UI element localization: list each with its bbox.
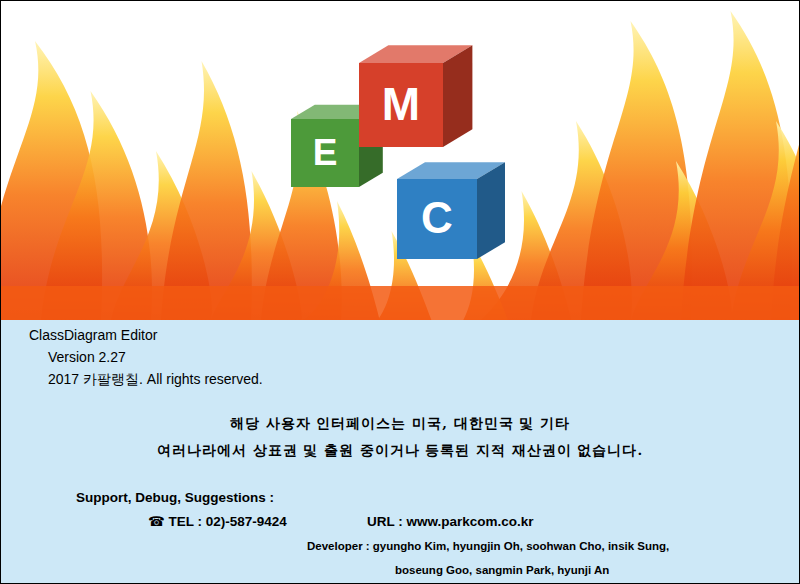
flame-logo-icon: E C M: [1, 1, 799, 320]
info-panel: ClassDiagram EditorVersion 2.272017 카팔랭칠…: [1, 320, 799, 583]
notice-line: 여러나라에서 상표권 및 출원 중이거나 등록된 지적 재산권이 없습니다.: [1, 437, 799, 464]
logo-cube-icon: M: [359, 45, 472, 147]
logo-letter: C: [421, 193, 453, 242]
developer-line: Developer : gyungho Kim, hyungjin Oh, so…: [307, 534, 799, 558]
support-heading: Support, Debug, Suggestions :: [76, 486, 799, 510]
support-section: Support, Debug, Suggestions :☎ TEL : 02)…: [1, 486, 799, 582]
logo-cube-icon: C: [397, 162, 505, 259]
notice-line: 해당 사용자 인터페이스는 미국, 대한민국 및 기타: [1, 410, 799, 437]
url-text: URL : www.parkcom.co.kr: [367, 510, 534, 534]
developer-line: boseung Goo, sangmin Park, hyunji An: [395, 558, 799, 582]
product-version: Version 2.27: [48, 346, 799, 368]
tel-text: ☎ TEL : 02)-587-9424: [148, 510, 367, 534]
logo-letter: M: [382, 78, 420, 130]
contact-row: ☎ TEL : 02)-587-9424URL : www.parkcom.co…: [1, 510, 799, 534]
product-name: ClassDiagram Editor: [29, 324, 799, 346]
notice-text: 해당 사용자 인터페이스는 미국, 대한민국 및 기타여러나라에서 상표권 및 …: [1, 410, 799, 464]
splash-art: E C M: [1, 1, 799, 320]
logo-letter: E: [313, 132, 338, 173]
splash-window: E C M ClassDiagram EditorVersion 2.272017 …: [0, 0, 800, 584]
copyright-text: 2017 카팔랭칠. All rights reserved.: [48, 368, 799, 390]
